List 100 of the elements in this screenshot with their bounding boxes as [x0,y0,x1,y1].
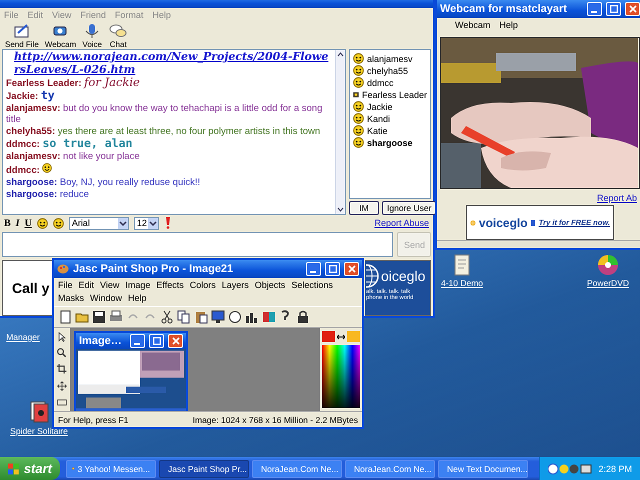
minimize-button[interactable] [587,2,602,16]
user-action-button[interactable]: IM [349,200,379,215]
menu-item[interactable]: Window [90,292,122,305]
spider-cards-icon[interactable] [28,400,50,424]
user-item[interactable]: Kandi [353,113,427,124]
document-icon[interactable] [452,254,472,276]
menu-item[interactable]: Colors [190,279,216,292]
user-action-button[interactable]: Ignore User [382,200,436,215]
toolbar-button[interactable]: Send File [2,23,42,49]
chat-link[interactable]: http://www.norajean.com/New_Projects/2004-FlowersLeaves/L-026.htm [6,50,332,76]
user-item[interactable]: shargoose [353,137,427,148]
user-item[interactable]: Katie [353,125,427,136]
taskbar-button[interactable]: NoraJean.Com Ne... [345,460,435,478]
menu-item[interactable]: Help [128,292,147,305]
ad-banner[interactable]: Call y [2,260,54,316]
close-icon [172,337,180,345]
report-abuse-link[interactable]: Report Abuse [374,218,429,228]
chat-message: alanjamesv: not like your place [6,151,141,162]
font-select[interactable]: Arial [68,216,129,230]
image-info: Image: 1024 x 768 x 16 Million - 2.2 MBytes [192,415,358,425]
desktop-icon-label[interactable]: PowerDVD [586,278,630,288]
rectangle-icon[interactable] [55,396,69,408]
chat-message: ddmcc: so true, alan [6,138,134,150]
chat-message: Jackie: ty [6,90,56,102]
user-item[interactable]: ddmcc [353,77,427,88]
user-item[interactable]: Jackie [353,101,427,112]
layers-icon[interactable] [262,310,276,324]
status-text: For Help, press F1 [58,415,128,425]
window-title: Webcam for msatclayart [440,3,568,15]
toolbar-button[interactable]: Webcam [42,23,80,49]
monitor-icon[interactable] [211,310,225,324]
close-icon [628,5,636,13]
menu-item[interactable]: File [58,279,73,292]
menu-item[interactable]: Layers [222,279,249,292]
maximize-button[interactable] [149,334,164,348]
toolbar-button[interactable]: Chat [105,23,132,49]
save-icon[interactable] [92,310,106,324]
disc-icon[interactable] [597,254,619,276]
minimize-button[interactable] [306,262,321,276]
lock-icon[interactable] [296,310,310,324]
close-button[interactable] [344,262,359,276]
menu-item[interactable]: Edit [78,279,94,292]
menu-item[interactable]: Masks [58,292,84,305]
histogram-icon[interactable] [245,310,259,324]
report-abuse-link[interactable]: Report Ab [596,193,637,203]
chat-message: alanjamesv: but do you know the way to tehachapi is a little odd for a song title [6,103,324,125]
crop-icon[interactable] [55,364,69,375]
user-item[interactable]: alanjamesv [353,53,427,64]
toolbar-button[interactable]: Voice [79,23,106,49]
scroll-up-icon[interactable] [336,50,345,59]
taskbar-button[interactable]: 3 Yahoo! Messen... [66,460,156,478]
maximize-button[interactable] [325,262,340,276]
maximize-button[interactable] [606,2,621,16]
color-wheel-icon[interactable] [228,310,242,324]
desktop-icon-label[interactable]: 4-10 Demo [440,278,484,288]
zoom-icon[interactable] [55,348,69,358]
new-file-icon[interactable] [58,310,72,324]
scrollbar[interactable] [335,50,345,214]
exclamation-icon[interactable] [164,217,172,230]
user-item[interactable]: chelyha55 [353,65,427,76]
chat-message: chelyha55: yes there are at least three, no four polymer artists in this town [6,126,322,137]
menu-item[interactable]: Selections [291,279,333,292]
message-input[interactable] [2,232,393,258]
chat-message: Fearless Leader: for Jackie [6,77,141,89]
desktop-icon-label[interactable]: Spider Solitaire [10,426,68,436]
window-title: Jasc Paint Shop Pro - Image21 [73,263,234,275]
clock: 2:28 PM [598,464,632,474]
menu-item[interactable]: Help [499,19,518,32]
taskbar-button[interactable]: Jasc Paint Shop Pr... [159,460,249,478]
swap-icon[interactable] [337,334,345,340]
minimize-button[interactable] [130,334,145,348]
move-icon[interactable] [55,380,69,391]
user-item[interactable]: Fearless Leader [353,89,427,100]
speech-bubbles-icon [108,23,128,39]
sender-name: ddmcc: [6,165,40,176]
scissors-icon[interactable] [160,310,174,324]
color-spectrum[interactable] [322,345,360,408]
printer-icon[interactable] [109,310,123,324]
window-title: Image… [79,335,123,347]
paste-icon[interactable] [194,310,208,324]
windows-logo-icon [8,462,19,474]
format-button[interactable]: U [24,218,32,229]
format-button[interactable]: I [16,218,20,229]
foreground-swatch[interactable] [322,331,335,342]
menu-item[interactable]: Objects [254,279,286,292]
menu-item[interactable]: View [100,279,120,292]
menu-item[interactable]: Webcam [455,19,490,32]
copy-icon[interactable] [177,310,191,324]
image-window[interactable]: Image… [74,331,188,413]
taskbar-button[interactable]: New Text Documen... [438,460,528,478]
tray-icons[interactable] [548,462,592,474]
taskbar-button[interactable]: NoraJean.Com Ne... [252,460,342,478]
close-button[interactable] [168,334,183,348]
menu-item[interactable]: Image [125,279,150,292]
background-swatch[interactable] [347,331,360,342]
close-button[interactable] [625,2,640,16]
size-select[interactable]: 12 [134,216,159,230]
globe-icon [366,263,380,290]
format-button[interactable]: B [4,218,11,229]
menu-item[interactable]: Effects [156,279,184,292]
